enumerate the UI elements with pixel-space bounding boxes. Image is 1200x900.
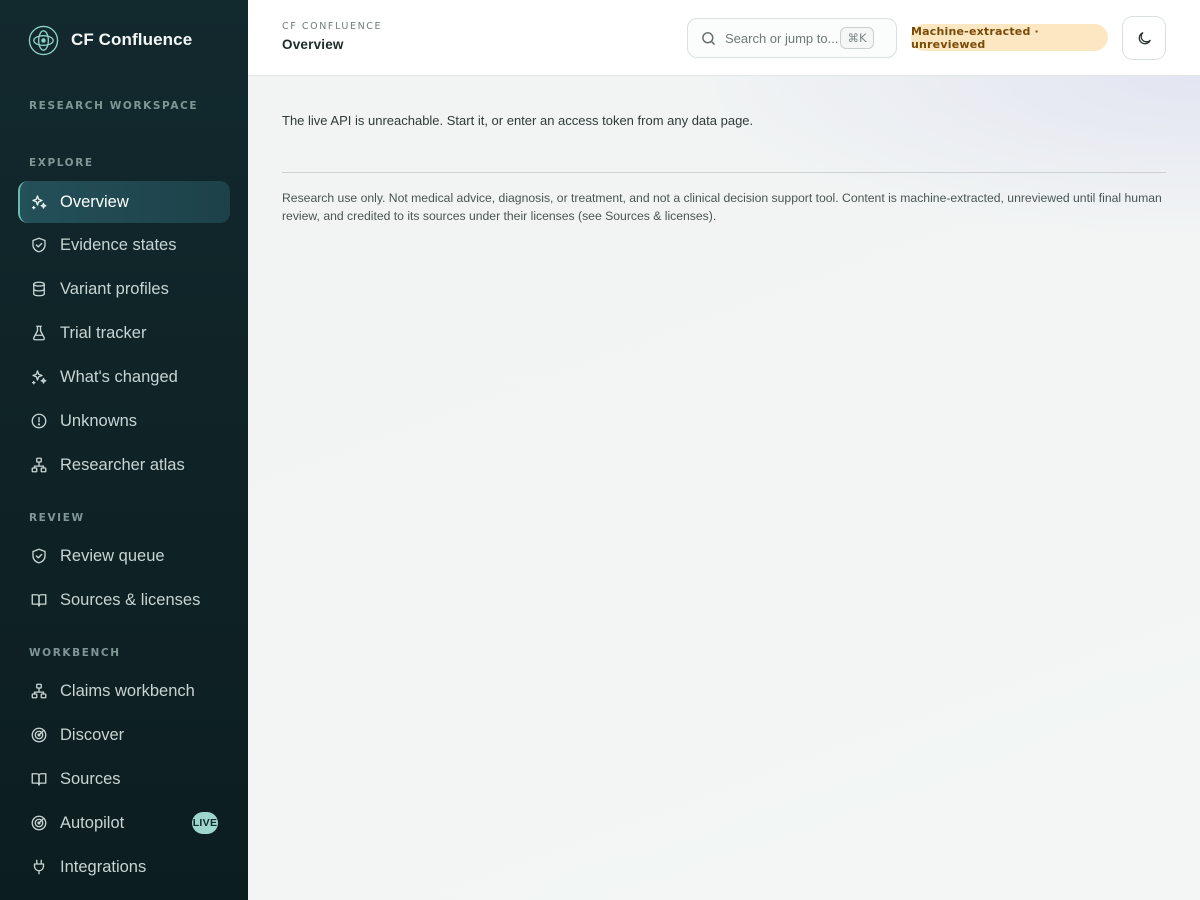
section-label-explore: EXPLORE	[29, 157, 94, 169]
theme-toggle-button[interactable]	[1122, 16, 1166, 60]
section-label-review: REVIEW	[29, 512, 85, 524]
moon-icon	[1138, 31, 1151, 44]
flask-icon	[29, 323, 49, 343]
sidebar-item-label: Evidence states	[60, 235, 177, 254]
sidebar-item-label: Unknowns	[60, 411, 138, 430]
divider	[282, 172, 1166, 173]
sidebar-item-evidence-states[interactable]: Evidence states	[18, 224, 230, 266]
live-badge: LIVE	[192, 812, 218, 834]
plug-icon	[29, 857, 49, 877]
sidebar-item-sources-licenses[interactable]: Sources & licenses	[18, 579, 230, 621]
sidebar-item-label: Sources	[60, 769, 121, 788]
status-badge: Machine-extracted · unreviewed	[911, 24, 1108, 51]
radar-icon	[29, 813, 49, 833]
sidebar-item-whats-changed[interactable]: What's changed	[18, 356, 230, 398]
atom-logo-icon	[28, 25, 59, 55]
search-placeholder: Search or jump to...	[725, 30, 839, 46]
sidebar-item-label: Review queue	[60, 546, 165, 565]
main-content: The live API is unreachable. Start it, o…	[248, 76, 1200, 900]
api-status-message: The live API is unreachable. Start it, o…	[282, 113, 754, 128]
network-icon	[29, 455, 49, 475]
sidebar-item-review-queue[interactable]: Review queue	[18, 535, 230, 577]
sidebar-item-label: Autopilot	[60, 813, 125, 832]
sidebar-item-variant-profiles[interactable]: Variant profiles	[18, 268, 230, 310]
radar-icon	[29, 725, 49, 745]
sidebar-item-label: Overview	[60, 192, 129, 211]
book-open-icon	[29, 590, 49, 610]
workspace-label: RESEARCH WORKSPACE	[29, 100, 199, 112]
sidebar-item-trial-tracker[interactable]: Trial tracker	[18, 312, 230, 354]
sidebar-item-label: Researcher atlas	[60, 455, 185, 474]
sidebar-item-integrations[interactable]: Integrations	[18, 846, 230, 888]
disclaimer-text: Research use only. Not medical advice, d…	[282, 191, 1162, 223]
sidebar-item-label: Discover	[60, 725, 125, 744]
sidebar-item-overview[interactable]: Overview	[18, 181, 230, 223]
database-icon	[29, 279, 49, 299]
sidebar-item-discover[interactable]: Discover	[18, 714, 230, 756]
search-input[interactable]: Search or jump to... ⌘K	[687, 18, 897, 58]
sidebar-item-label: Claims workbench	[60, 681, 195, 700]
network-icon	[29, 681, 49, 701]
alert-circle-icon	[29, 411, 49, 431]
book-open-icon	[29, 769, 49, 789]
shield-check-icon	[29, 546, 49, 566]
brand-name: CF Confluence	[71, 30, 193, 49]
sparkles-icon	[29, 367, 49, 387]
sparkles-icon	[29, 192, 49, 212]
sidebar-item-claims-workbench[interactable]: Claims workbench	[18, 670, 230, 712]
sidebar-item-unknowns[interactable]: Unknowns	[18, 400, 230, 442]
top-bar: CF CONFLUENCE Overview Search or jump to…	[248, 0, 1200, 76]
sidebar-item-sources[interactable]: Sources	[18, 758, 230, 800]
breadcrumb: CF CONFLUENCE	[282, 21, 383, 32]
sidebar-item-label: Variant profiles	[60, 279, 169, 298]
sidebar-item-label: What's changed	[60, 367, 178, 386]
sidebar: CF Confluence RESEARCH WORKSPACE EXPLORE…	[0, 0, 248, 900]
brand[interactable]: CF Confluence	[28, 24, 192, 56]
shortcut-hint: ⌘K	[840, 27, 874, 49]
section-label-workbench: WORKBENCH	[29, 647, 121, 659]
search-icon	[702, 31, 715, 45]
sidebar-item-label: Trial tracker	[60, 323, 147, 342]
sidebar-item-autopilot[interactable]: Autopilot LIVE	[18, 802, 230, 844]
sidebar-item-researcher-atlas[interactable]: Researcher atlas	[18, 444, 230, 486]
page-title: Overview	[282, 37, 344, 52]
sidebar-item-label: Integrations	[60, 857, 147, 876]
shield-check-icon	[29, 235, 49, 255]
sidebar-item-label: Sources & licenses	[60, 590, 201, 609]
